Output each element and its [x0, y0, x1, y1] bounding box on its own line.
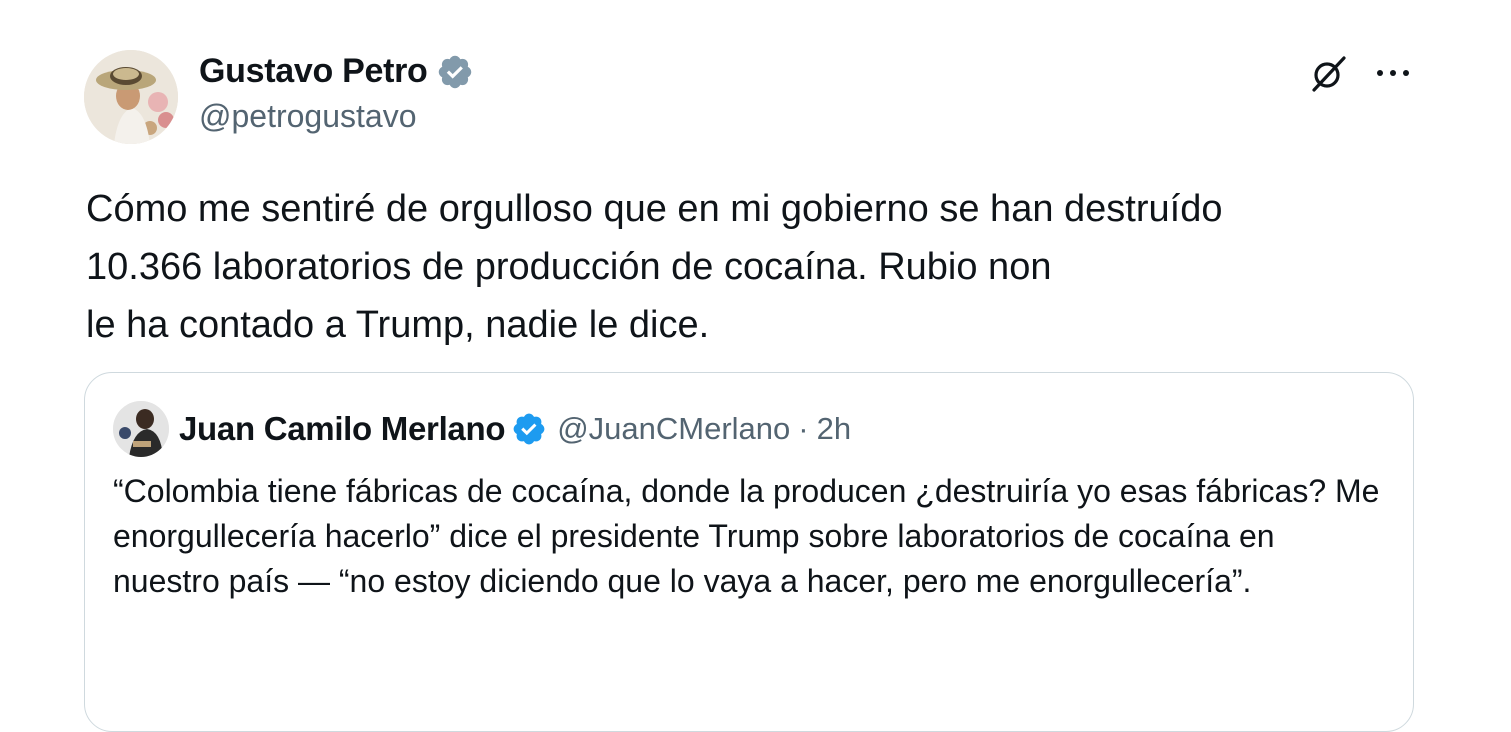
author-handle[interactable]: @petrogustavo	[199, 98, 417, 135]
tweet-text: Cómo me sentiré de orgulloso que en mi g…	[86, 188, 1223, 346]
quoted-tweet-header: Juan Camilo Merlano @JuanCMerlano · 2h	[113, 399, 851, 459]
quoted-author-name[interactable]: Juan Camilo Merlano	[179, 410, 506, 448]
author-avatar[interactable]	[84, 50, 178, 144]
quoted-author-handle[interactable]: @JuanCMerlano	[557, 411, 790, 447]
author-name[interactable]: Gustavo Petro	[199, 52, 474, 91]
grok-icon[interactable]	[1306, 52, 1350, 96]
quoted-tweet-card[interactable]: Juan Camilo Merlano @JuanCMerlano · 2h “…	[84, 372, 1414, 732]
quoted-author-avatar[interactable]	[113, 401, 169, 457]
quoted-separator: ·	[798, 411, 809, 446]
quoted-author-avatar-image	[113, 401, 169, 457]
quoted-verified-badge-icon[interactable]	[511, 411, 547, 447]
author-name-text: Gustavo Petro	[199, 52, 428, 90]
tweet: Gustavo Petro @petrogustavo Cómo me sent…	[0, 0, 1511, 732]
quoted-timestamp[interactable]: 2h	[817, 411, 851, 447]
more-options-icon[interactable]	[1373, 60, 1413, 86]
verified-badge-icon[interactable]	[436, 53, 474, 91]
quoted-tweet-text: “Colombia tiene fábricas de cocaína, don…	[113, 473, 1380, 599]
author-avatar-image	[84, 50, 178, 144]
